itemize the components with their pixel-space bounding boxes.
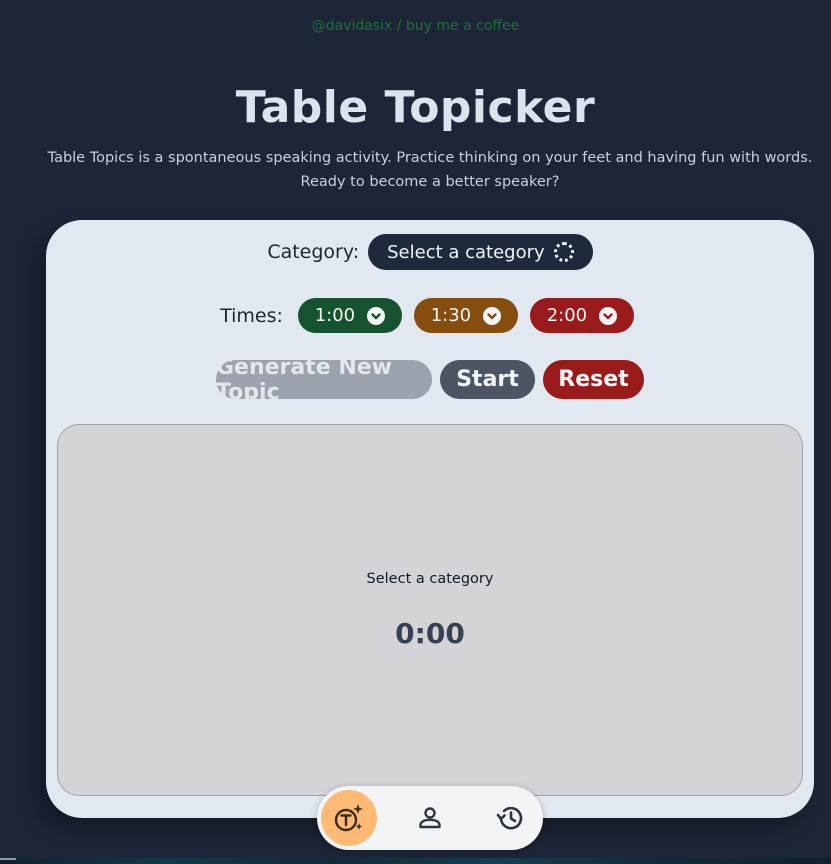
category-select[interactable]: Select a category	[368, 234, 593, 270]
loading-spinner-icon	[553, 242, 574, 262]
topic-card: Category: Select a category Times: 1:00 …	[46, 220, 814, 818]
nav-history-button[interactable]	[482, 790, 538, 846]
author-link[interactable]: @davidasix	[312, 18, 393, 34]
start-button[interactable]: Start	[440, 360, 535, 399]
reset-button[interactable]: Reset	[543, 360, 644, 399]
bottom-background-strip	[0, 858, 831, 864]
nav-topic-button[interactable]	[321, 790, 377, 846]
time-select-2-value: 1:30	[430, 305, 472, 326]
app-page: @davidasix / buy me a coffee Table Topic…	[0, 0, 831, 864]
page-title: Table Topicker	[235, 82, 596, 133]
time-select-3-value: 2:00	[546, 305, 588, 326]
times-row: Times: 1:00 1:30 2:00	[46, 298, 814, 333]
topic-sparkle-icon	[334, 804, 363, 832]
category-select-text: Select a category	[387, 241, 545, 263]
credit-separator: /	[392, 18, 406, 34]
chevron-down-icon	[599, 306, 618, 325]
subtitle-line-1: Table Topics is a spontaneous speaking a…	[47, 150, 813, 166]
category-label: Category:	[267, 241, 360, 263]
topic-display: Select a category 0:00	[57, 424, 803, 796]
timer-readout: 0:00	[395, 617, 465, 650]
history-icon	[496, 806, 523, 830]
time-select-2[interactable]: 1:30	[413, 298, 518, 333]
category-row: Category: Select a category	[46, 234, 814, 270]
times-label: Times:	[220, 304, 283, 327]
actions-row: Generate New Topic Start Reset	[46, 355, 814, 405]
person-icon	[419, 807, 441, 829]
page-subtitle: Table Topics is a spontaneous speaking a…	[40, 146, 820, 194]
time-select-1[interactable]: 1:00	[297, 298, 402, 333]
subtitle-line-2: Ready to become a better speaker?	[300, 174, 560, 190]
generate-topic-button[interactable]: Generate New Topic	[216, 355, 432, 405]
nav-profile-button[interactable]	[402, 790, 458, 846]
buy-coffee-link[interactable]: buy me a coffee	[406, 18, 519, 34]
time-select-3[interactable]: 2:00	[529, 298, 634, 333]
bottom-nav	[317, 786, 543, 850]
credit-line: @davidasix / buy me a coffee	[0, 18, 831, 34]
scroll-indicator	[0, 858, 16, 860]
chevron-down-icon	[367, 306, 386, 325]
topic-text: Select a category	[366, 571, 494, 587]
time-select-1-value: 1:00	[314, 305, 356, 326]
chevron-down-icon	[483, 306, 502, 325]
